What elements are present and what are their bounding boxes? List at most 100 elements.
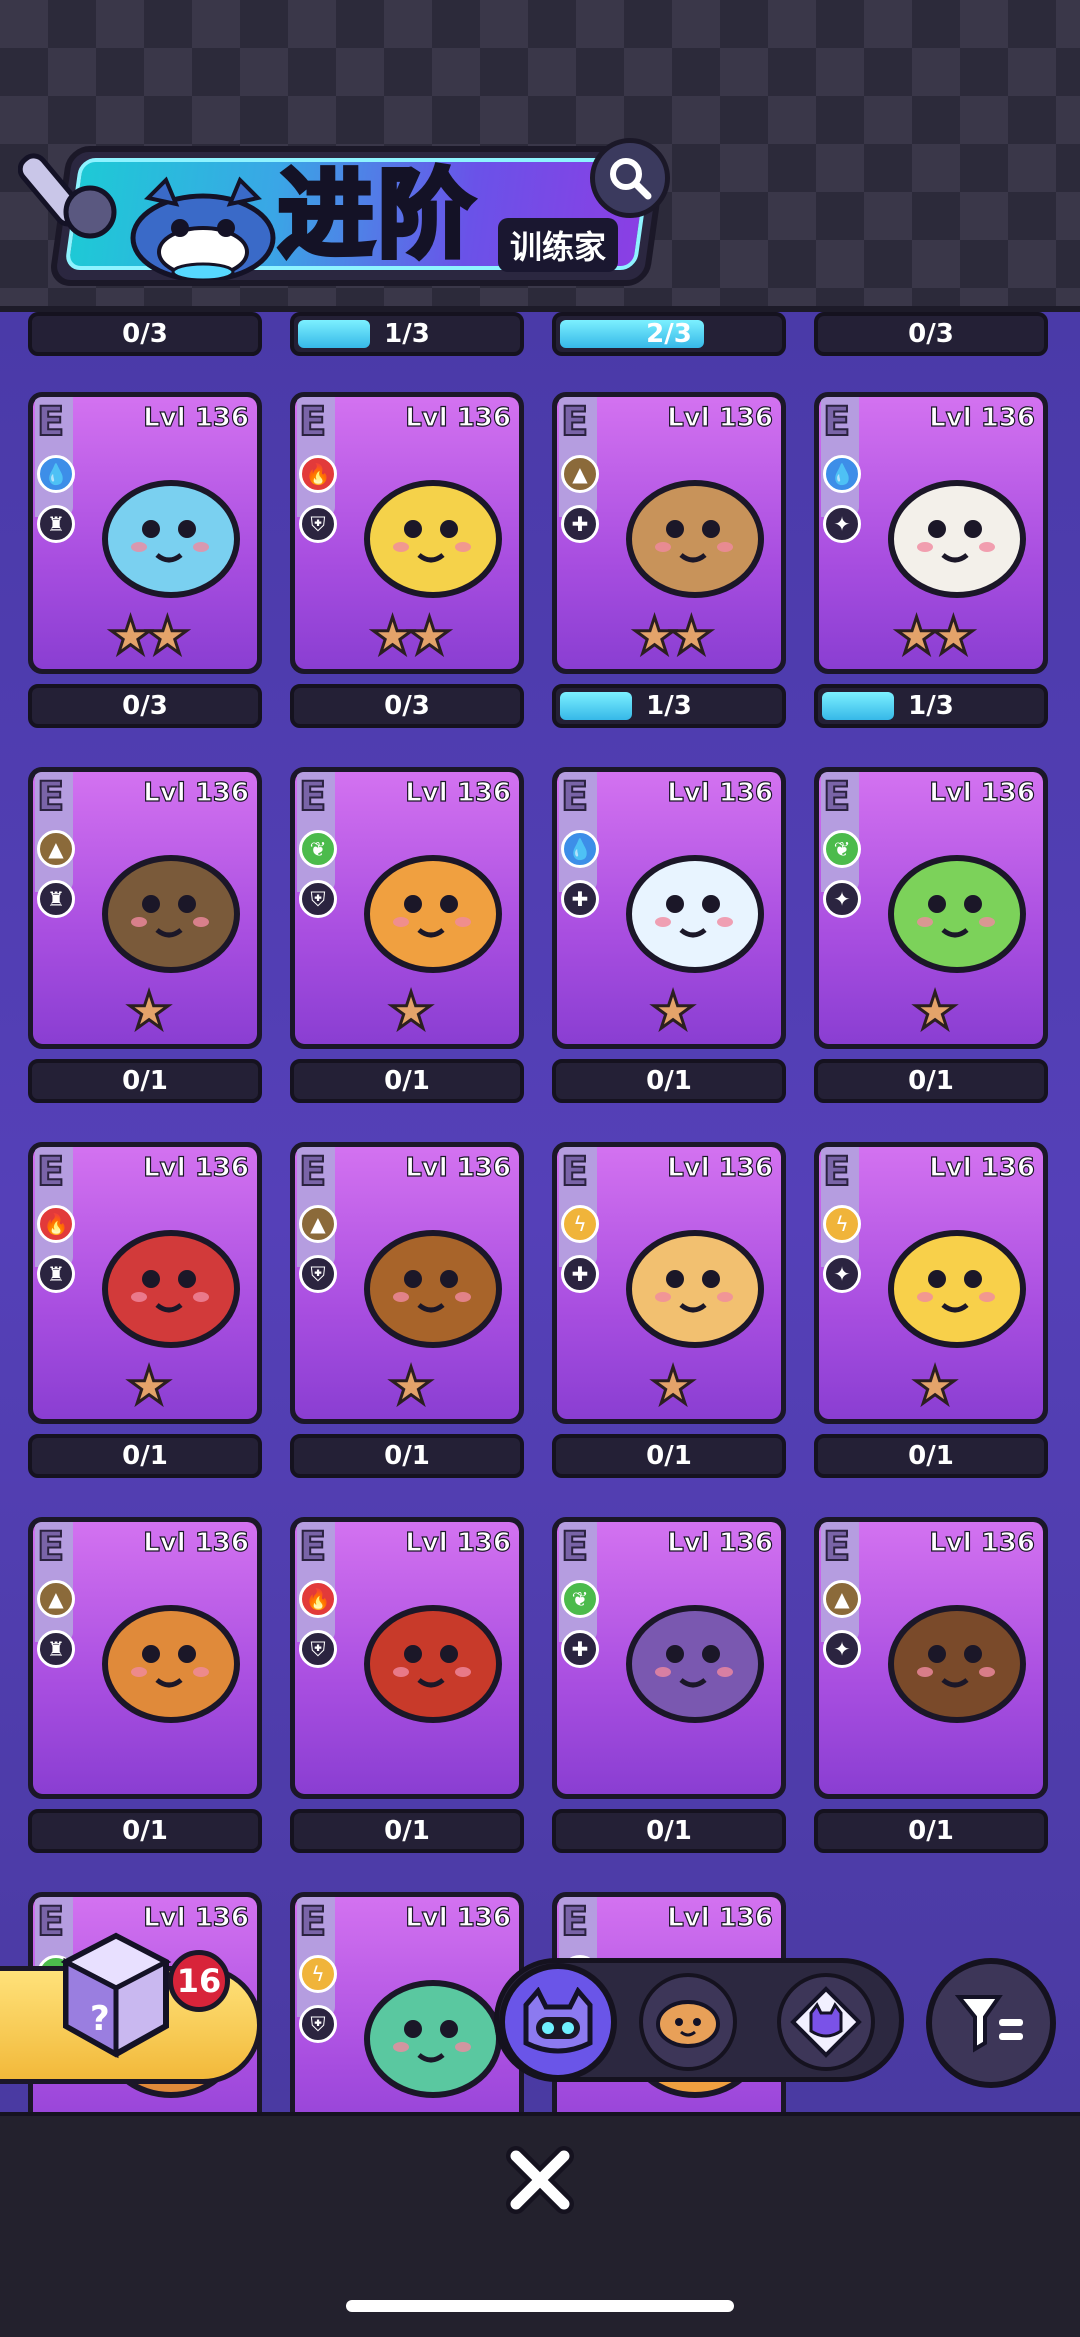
- rank-letter: E: [36, 1523, 65, 1571]
- creature-level: Lvl 136: [405, 402, 512, 433]
- creature-card[interactable]: E Lvl 136 ▲ ♜: [28, 1517, 262, 1799]
- rank-letter: E: [36, 398, 65, 446]
- earth-element-icon: ▲: [37, 1580, 75, 1618]
- category-tabbar: [494, 1958, 904, 2082]
- crystal-tab[interactable]: [777, 1973, 875, 2071]
- creature-portrait: [888, 855, 1026, 973]
- creature-card[interactable]: E Lvl 136 🔥 ⛨: [290, 1517, 524, 1799]
- role-icon: ✚: [561, 505, 599, 543]
- role-icon: ⛨: [299, 2005, 337, 2043]
- upgrade-progress-bar: 1/3: [814, 684, 1048, 728]
- creature-level: Lvl 136: [143, 402, 250, 433]
- brush-icon: [18, 153, 117, 239]
- star-rating: ★: [649, 1357, 697, 1415]
- creature-level: Lvl 136: [667, 1152, 774, 1183]
- earth-element-icon: ▲: [37, 830, 75, 868]
- role-icon: ✦: [823, 1255, 861, 1293]
- creature-card[interactable]: E Lvl 136 ▲ ✚ ★★: [552, 392, 786, 674]
- mystery-egg-icon[interactable]: ?: [56, 1930, 176, 2060]
- rank-letter: E: [298, 1898, 327, 1946]
- earth-element-icon: ▲: [299, 1205, 337, 1243]
- rank-letter: E: [822, 398, 851, 446]
- rank-letter: E: [298, 398, 327, 446]
- creature-card[interactable]: E Lvl 136 ▲ ♜ ★: [28, 767, 262, 1049]
- fire-element-icon: 🔥: [37, 1205, 75, 1243]
- rank-letter: E: [822, 1523, 851, 1571]
- creature-card[interactable]: E Lvl 136 💧 ✦ ★★: [814, 392, 1048, 674]
- creature-portrait: [364, 1605, 502, 1723]
- creature-level: Lvl 136: [667, 777, 774, 808]
- water-element-icon: 💧: [823, 455, 861, 493]
- creature-card[interactable]: E Lvl 136 ▲ ⛨ ★: [290, 1142, 524, 1424]
- role-icon: ♜: [37, 880, 75, 918]
- upgrade-progress-bar: 0/1: [814, 1059, 1048, 1103]
- upgrade-progress-bar: 0/1: [290, 1434, 524, 1478]
- leaf-element-icon: ❦: [823, 830, 861, 868]
- creature-portrait: [364, 1230, 502, 1348]
- creature-tab[interactable]: [499, 1963, 617, 2081]
- creature-level: Lvl 136: [143, 1152, 250, 1183]
- rank-letter: E: [298, 1523, 327, 1571]
- creature-level: Lvl 136: [667, 1902, 774, 1933]
- creature-card[interactable]: E Lvl 136 💧 ♜ ★★: [28, 392, 262, 674]
- creature-card[interactable]: E Lvl 136 ϟ ✦ ★: [814, 1142, 1048, 1424]
- rank-letter: E: [560, 1898, 589, 1946]
- role-icon: ♜: [37, 1255, 75, 1293]
- creature-card[interactable]: E Lvl 136 💧 ✚ ★: [552, 767, 786, 1049]
- bolt-element-icon: ϟ: [299, 1955, 337, 1993]
- earth-element-icon: ▲: [823, 1580, 861, 1618]
- close-icon[interactable]: [500, 2140, 580, 2220]
- creature-card[interactable]: E Lvl 136 ϟ ✚ ★: [552, 1142, 786, 1424]
- role-icon: ⛨: [299, 880, 337, 918]
- upgrade-progress-bar: 0/1: [290, 1059, 524, 1103]
- creature-portrait: [102, 855, 240, 973]
- food-tab[interactable]: [639, 1973, 737, 2071]
- star-rating: ★: [125, 1357, 173, 1415]
- crystal-cat-icon: [790, 1986, 862, 2058]
- upgrade-progress-bar: 0/1: [28, 1809, 262, 1853]
- creature-card[interactable]: E Lvl 136 ❦ ✦ ★: [814, 767, 1048, 1049]
- creature-level: Lvl 136: [405, 1527, 512, 1558]
- upgrade-progress-bar: 0/3: [28, 312, 262, 356]
- upgrade-progress-bar: 0/3: [290, 684, 524, 728]
- upgrade-progress-bar: 0/1: [552, 1059, 786, 1103]
- creature-card[interactable]: E Lvl 136 🔥 ⛨ ★★: [290, 392, 524, 674]
- creature-level: Lvl 136: [143, 1902, 250, 1933]
- upgrade-progress-bar: 0/1: [814, 1809, 1048, 1853]
- water-element-icon: 💧: [37, 455, 75, 493]
- upgrade-progress-bar: 1/3: [552, 684, 786, 728]
- creature-grid[interactable]: 0/3 1/3 2/3 0/3 E Lvl 136 💧 ♜ ★★ 0/3 E Lvl 136 🔥 ⛨ ★★…: [0, 312, 1080, 2112]
- creature-card[interactable]: E Lvl 136 🔥 ♜ ★: [28, 1142, 262, 1424]
- rank-letter: E: [560, 773, 589, 821]
- creature-level: Lvl 136: [143, 777, 250, 808]
- bread-icon: [656, 2000, 720, 2048]
- filter-icon[interactable]: [926, 1958, 1056, 2088]
- rank-letter: E: [560, 398, 589, 446]
- magnifier-icon[interactable]: [590, 138, 670, 218]
- water-element-icon: 💧: [561, 830, 599, 868]
- creature-portrait: [626, 1230, 764, 1348]
- creature-card[interactable]: E Lvl 136 ❦ ✚: [552, 1517, 786, 1799]
- creature-level: Lvl 136: [667, 402, 774, 433]
- upgrade-progress-bar: 0/1: [28, 1059, 262, 1103]
- role-icon: ⛨: [299, 1255, 337, 1293]
- star-rating: ★★: [893, 607, 978, 665]
- creature-portrait: [364, 855, 502, 973]
- rank-letter: E: [298, 773, 327, 821]
- rank-letter: E: [822, 773, 851, 821]
- creature-level: Lvl 136: [929, 777, 1036, 808]
- star-rating: ★: [125, 982, 173, 1040]
- creature-card[interactable]: E Lvl 136 ϟ ⛨: [290, 1892, 524, 2112]
- creature-portrait: [102, 1605, 240, 1723]
- creature-portrait: [626, 855, 764, 973]
- home-indicator[interactable]: [346, 2300, 734, 2312]
- creature-portrait: [626, 1605, 764, 1723]
- role-icon: ⛨: [299, 1630, 337, 1668]
- creature-portrait: [888, 480, 1026, 598]
- creature-card[interactable]: E Lvl 136 ▲ ✦: [814, 1517, 1048, 1799]
- rank-letter: E: [560, 1148, 589, 1196]
- role-icon: ✚: [561, 880, 599, 918]
- creature-card[interactable]: E Lvl 136 ❦ ⛨ ★: [290, 767, 524, 1049]
- creature-level: Lvl 136: [405, 777, 512, 808]
- star-rating: ★: [387, 1357, 435, 1415]
